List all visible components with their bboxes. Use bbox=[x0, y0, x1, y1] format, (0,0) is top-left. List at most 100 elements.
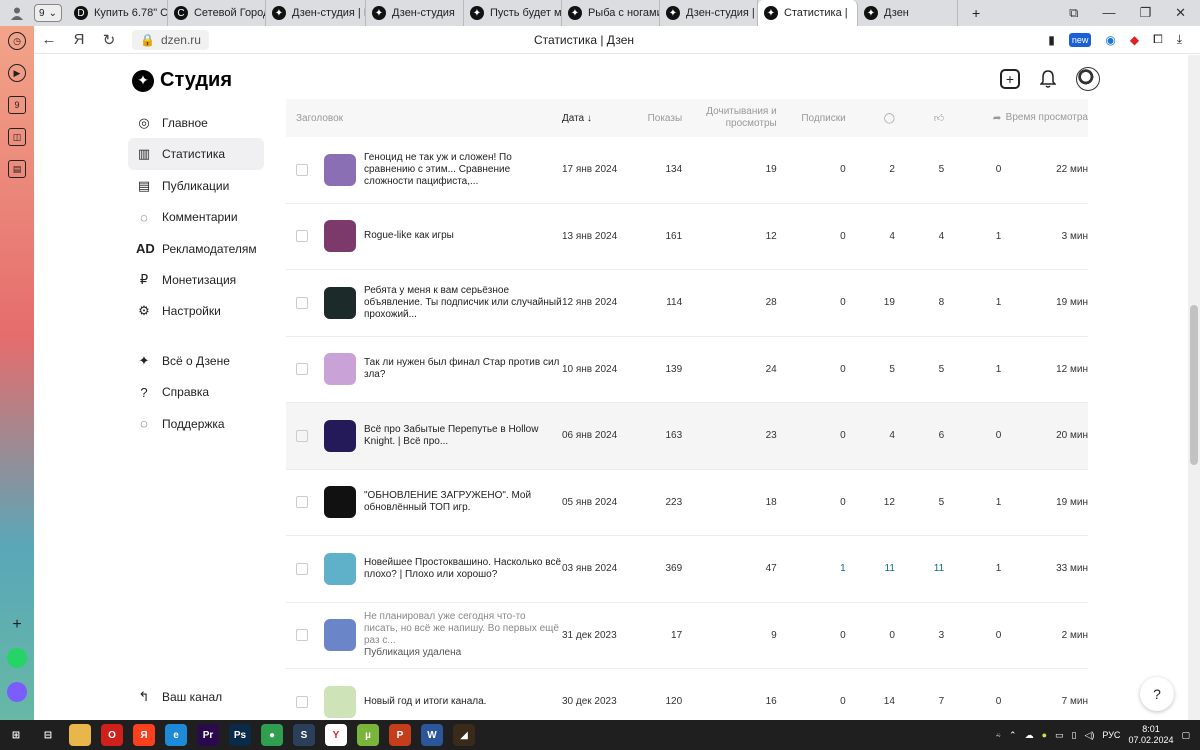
help-button[interactable]: ? bbox=[1140, 677, 1174, 711]
nav-item[interactable]: ◌ Комментарии bbox=[128, 201, 264, 233]
table-row[interactable]: Новый год и итоги канала. 30 дек 2023 12… bbox=[286, 669, 1088, 720]
publication-thumbnail[interactable] bbox=[324, 153, 356, 186]
browser-tab[interactable]: ✦ Пусть будет ми bbox=[464, 0, 562, 26]
nav-item[interactable]: ◎ Главное bbox=[128, 107, 264, 139]
tray-battery-icon[interactable]: ▯ bbox=[1072, 730, 1077, 741]
nav-item[interactable]: ✦ Всё о Дзене bbox=[128, 345, 264, 377]
taskbar-premiere-icon[interactable]: Pr bbox=[197, 724, 219, 746]
browser-tab[interactable]: D Купить 6.78" Cм bbox=[68, 0, 168, 26]
browser-tab[interactable]: ✦ Дзен-студия | И bbox=[266, 0, 366, 26]
nav-item[interactable]: ◌ Поддержка bbox=[128, 408, 264, 440]
publication-title[interactable]: Всё про Забытые Перепутье в Hollow Knigh… bbox=[364, 424, 562, 448]
col-comments[interactable]: ◯ bbox=[846, 113, 895, 124]
tray-cloud-icon[interactable]: ☁ bbox=[1025, 730, 1034, 741]
whatsapp-icon[interactable] bbox=[7, 648, 27, 668]
taskbar-torrent-icon[interactable]: µ bbox=[357, 724, 379, 746]
nine-icon[interactable]: 9 bbox=[8, 96, 26, 114]
row-checkbox[interactable] bbox=[296, 163, 308, 176]
collections-icon[interactable]: ▤ bbox=[8, 160, 26, 178]
browser-tab[interactable]: ✦ Рыба с ногами bbox=[562, 0, 660, 26]
publication-thumbnail[interactable] bbox=[324, 419, 356, 452]
publication-thumbnail[interactable] bbox=[324, 619, 356, 652]
row-checkbox[interactable] bbox=[296, 496, 308, 509]
table-row[interactable]: Rogue-like как игры 13 янв 2024 161 12 0… bbox=[286, 204, 1088, 270]
nav-item[interactable]: AD Рекламодателям bbox=[128, 233, 264, 265]
col-shows[interactable]: Показы bbox=[623, 113, 683, 124]
alice-icon[interactable] bbox=[7, 682, 27, 702]
news-badge[interactable]: new bbox=[1068, 32, 1092, 47]
tray-volume-icon[interactable]: ◁) bbox=[1084, 730, 1094, 741]
play-icon[interactable]: ▶ bbox=[8, 64, 26, 82]
clock[interactable]: 8:01 07.02.2024 bbox=[1128, 724, 1173, 746]
row-checkbox[interactable] bbox=[296, 363, 308, 376]
yandex-icon[interactable]: Я bbox=[64, 31, 94, 48]
nav-item[interactable]: ? Справка bbox=[128, 376, 264, 408]
publication-title[interactable]: Новый год и итоги канала. bbox=[364, 696, 486, 708]
minimize-icon[interactable]: — bbox=[1102, 5, 1115, 21]
publication-title[interactable]: Ребята у меня к вам серьёзное объявление… bbox=[364, 285, 562, 321]
col-reads[interactable]: Дочитывания и просмотры bbox=[682, 106, 776, 130]
notifications-icon[interactable]: ▢ bbox=[1181, 730, 1190, 741]
taskbar-opera-icon[interactable]: O bbox=[101, 724, 123, 746]
col-title[interactable]: Заголовок bbox=[286, 113, 562, 124]
browser-tab[interactable]: ✦ Дзен-студия bbox=[366, 0, 464, 26]
publication-thumbnail[interactable] bbox=[324, 286, 356, 319]
publication-title[interactable]: Не планировал уже сегодня что-то писать,… bbox=[364, 611, 562, 659]
nav-item[interactable]: ▤ Публикации bbox=[128, 170, 264, 202]
back-icon[interactable]: ← bbox=[34, 31, 64, 48]
table-row[interactable]: Новейшее Простоквашино. Насколько всё пл… bbox=[286, 536, 1088, 603]
publication-title[interactable]: Новейшее Простоквашино. Насколько всё пл… bbox=[364, 557, 562, 581]
browser-tab[interactable]: С Сетевой Город. bbox=[168, 0, 266, 26]
publication-title[interactable]: "ОБНОВЛЕНИЕ ЗАГРУЖЕНО". Мой обновлённый … bbox=[364, 490, 562, 514]
taskbar-steam-icon[interactable]: S bbox=[293, 724, 315, 746]
browser-tab[interactable]: ✦Статистика |✕ bbox=[757, 0, 858, 26]
downloads-icon[interactable]: ⤓ bbox=[1177, 32, 1182, 47]
row-checkbox[interactable] bbox=[296, 230, 308, 243]
avatar[interactable] bbox=[1076, 67, 1100, 91]
row-checkbox[interactable] bbox=[296, 296, 308, 309]
publication-title[interactable]: Геноцид не так уж и сложен! По сравнению… bbox=[364, 152, 562, 188]
taskbar-explorer-icon[interactable] bbox=[69, 724, 91, 746]
row-checkbox[interactable] bbox=[296, 695, 308, 708]
taskbar-edge-icon[interactable]: e bbox=[165, 724, 187, 746]
windows-start-icon[interactable]: ⊞ bbox=[5, 724, 27, 746]
table-row[interactable]: Так ли нужен был финал Стар против сил з… bbox=[286, 337, 1088, 403]
publication-thumbnail[interactable] bbox=[324, 685, 356, 718]
taskbar-chrome-icon[interactable]: ● bbox=[261, 724, 283, 746]
browser-tab[interactable]: ✦ Дзен bbox=[858, 0, 958, 26]
create-button[interactable]: + bbox=[1000, 69, 1020, 89]
tray-chevron-icon[interactable]: ⌃ bbox=[1009, 730, 1017, 741]
publication-thumbnail[interactable] bbox=[324, 353, 356, 386]
taskbar-yandex-icon[interactable]: Я bbox=[133, 724, 155, 746]
publication-title[interactable]: Rogue-like как игры bbox=[364, 230, 454, 242]
publication-thumbnail[interactable] bbox=[324, 486, 356, 519]
col-time[interactable]: Время просмотра bbox=[1001, 112, 1088, 124]
publication-title[interactable]: Так ли нужен был финал Стар против сил з… bbox=[364, 357, 562, 381]
col-date[interactable]: Дата ↓ bbox=[562, 113, 623, 124]
extensions-icon[interactable]: ⧠ bbox=[1153, 32, 1163, 47]
url-field[interactable]: 🔒 dzen.ru bbox=[132, 29, 209, 50]
row-checkbox[interactable] bbox=[296, 562, 308, 575]
browser-tab[interactable]: ✦ Дзен-студия | С bbox=[660, 0, 758, 26]
reload-icon[interactable]: ↻ bbox=[94, 31, 124, 49]
nav-item[interactable]: ₽ Монетизация bbox=[128, 264, 264, 296]
table-row[interactable]: Геноцид не так уж и сложен! По сравнению… bbox=[286, 137, 1088, 204]
restore-icon[interactable]: ❐ bbox=[1139, 5, 1151, 21]
tray-people-icon[interactable]: ⍨ bbox=[996, 730, 1001, 741]
row-checkbox[interactable] bbox=[296, 629, 308, 642]
nav-item[interactable]: ▥ Статистика bbox=[128, 138, 264, 171]
tray-network-icon[interactable]: ▭ bbox=[1055, 730, 1064, 741]
shazam-icon[interactable]: ◉ bbox=[1105, 33, 1115, 47]
table-row[interactable]: Всё про Забытые Перепутье в Hollow Knigh… bbox=[286, 403, 1088, 470]
extension-red-icon[interactable]: ◆ bbox=[1130, 33, 1139, 47]
bookmark-icon[interactable]: ▮ bbox=[1048, 33, 1055, 47]
nav-item[interactable]: ⚙ Настройки bbox=[128, 295, 264, 327]
tray-app-icon[interactable]: ● bbox=[1042, 730, 1047, 740]
close-window-icon[interactable]: ✕ bbox=[1175, 5, 1186, 21]
taskbar-word-icon[interactable]: W bbox=[421, 724, 443, 746]
add-panel-icon[interactable]: + bbox=[12, 616, 21, 634]
publication-thumbnail[interactable] bbox=[324, 220, 356, 253]
taskbar-powerpoint-icon[interactable]: P bbox=[389, 724, 411, 746]
table-row[interactable]: Не планировал уже сегодня что-то писать,… bbox=[286, 603, 1088, 669]
col-shares[interactable]: ➦ bbox=[944, 113, 1001, 124]
